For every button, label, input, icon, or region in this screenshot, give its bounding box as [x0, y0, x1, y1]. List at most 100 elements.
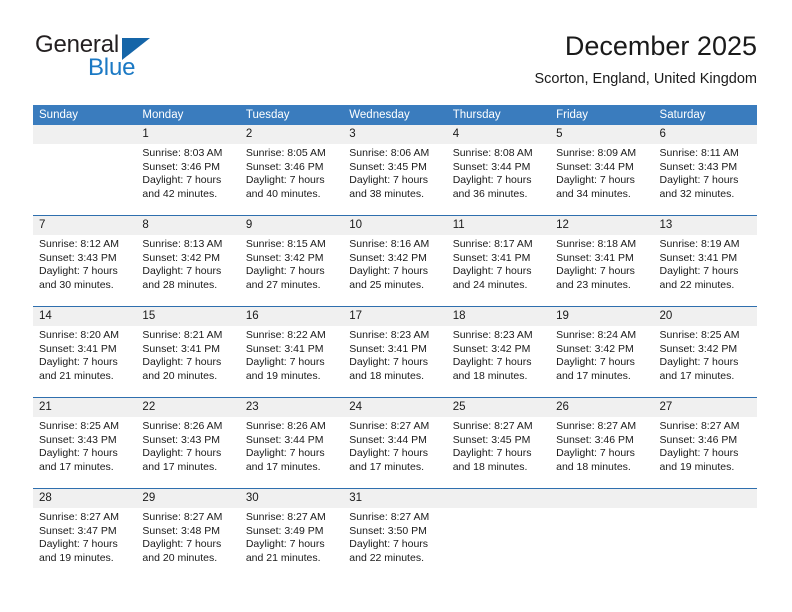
- day-number-30[interactable]: 30: [240, 489, 343, 508]
- day-sunrise-text: Sunrise: 8:27 AM: [245, 511, 326, 523]
- day-cell-5[interactable]: Sunrise: 8:09 AM Sunset: 3:44 PM Daylight:…: [550, 144, 653, 215]
- day-number-15[interactable]: 15: [136, 307, 239, 326]
- day-number-8[interactable]: 8: [136, 216, 239, 235]
- day-number-31[interactable]: 31: [343, 489, 446, 508]
- week-day-numbers: 28 29 30 31: [33, 489, 757, 508]
- calendar-grid: Sunday Monday Tuesday Wednesday Thursday Frid…: [33, 105, 757, 579]
- day-sunrise-text: Sunrise: 8:25 AM: [659, 329, 740, 341]
- day-cell-21[interactable]: Sunrise: 8:25 AM Sunset: 3:43 PM Daylight:…: [33, 417, 136, 488]
- day-cell-16[interactable]: Sunrise: 8:22 AM Sunset: 3:41 PM Daylight:…: [240, 326, 343, 397]
- day-number-9[interactable]: 9: [240, 216, 343, 235]
- day-cell-23[interactable]: Sunrise: 8:26 AM Sunset: 3:44 PM Daylight:…: [240, 417, 343, 488]
- day-cell-30[interactable]: Sunrise: 8:27 AM Sunset: 3:49 PM Daylight:…: [240, 508, 343, 579]
- week-day-details: Sunrise: 8:20 AM Sunset: 3:41 PM Daylight:…: [33, 326, 757, 397]
- day-daylight-text: Daylight: 7 hours: [349, 356, 429, 369]
- day-number-27[interactable]: 27: [654, 398, 757, 417]
- day-number-empty: [33, 125, 136, 144]
- day-cell-27[interactable]: Sunrise: 8:27 AM Sunset: 3:46 PM Daylight:…: [654, 417, 757, 488]
- day-cell-24[interactable]: Sunrise: 8:27 AM Sunset: 3:44 PM Daylight:…: [343, 417, 446, 488]
- day-number-3[interactable]: 3: [343, 125, 446, 144]
- day-number-22[interactable]: 22: [136, 398, 239, 417]
- day-sunrise-text: Sunrise: 8:27 AM: [349, 511, 430, 523]
- day-sunset-text: Sunset: 3:43 PM: [142, 433, 221, 446]
- day-sunset-text: Sunset: 3:42 PM: [659, 342, 738, 355]
- day-daylight-text: Daylight: 7 hours: [556, 265, 635, 278]
- day-daylight-text: and 20 minutes.: [142, 551, 218, 564]
- day-daylight-text: and 34 minutes.: [556, 187, 631, 200]
- calendar-week-row: 7 8 9 10 11 12 13 Sunrise: 8:12 AM Sunset: 3:43 …: [33, 215, 757, 306]
- day-sunset-text: Sunset: 3:44 PM: [349, 433, 427, 446]
- day-number-18[interactable]: 18: [447, 307, 550, 326]
- day-sunset-text: Sunset: 3:42 PM: [245, 251, 324, 264]
- day-sunset-text: Sunset: 3:45 PM: [349, 160, 427, 173]
- day-cell-6[interactable]: Sunrise: 8:11 AM Sunset: 3:43 PM Daylight:…: [654, 144, 757, 215]
- day-daylight-text: and 19 minutes.: [245, 369, 321, 382]
- day-number-10[interactable]: 10: [343, 216, 446, 235]
- day-number-25[interactable]: 25: [447, 398, 550, 417]
- day-cell-29[interactable]: Sunrise: 8:27 AM Sunset: 3:48 PM Daylight:…: [136, 508, 239, 579]
- day-number-empty: [447, 489, 550, 508]
- day-cell-31[interactable]: Sunrise: 8:27 AM Sunset: 3:50 PM Daylight:…: [343, 508, 446, 579]
- day-daylight-text: Daylight: 7 hours: [39, 265, 118, 278]
- day-sunset-text: Sunset: 3:46 PM: [142, 160, 221, 173]
- general-blue-logo[interactable]: General Blue: [35, 32, 165, 84]
- day-cell-2[interactable]: Sunrise: 8:05 AM Sunset: 3:46 PM Daylight:…: [240, 144, 343, 215]
- day-sunrise-text: Sunrise: 8:26 AM: [142, 420, 223, 432]
- day-cell-26[interactable]: Sunrise: 8:27 AM Sunset: 3:46 PM Daylight:…: [550, 417, 653, 488]
- day-number-26[interactable]: 26: [550, 398, 653, 417]
- day-cell-9[interactable]: Sunrise: 8:15 AM Sunset: 3:42 PM Daylight:…: [240, 235, 343, 306]
- day-daylight-text: Daylight: 7 hours: [142, 538, 222, 551]
- day-cell-19[interactable]: Sunrise: 8:24 AM Sunset: 3:42 PM Daylight:…: [550, 326, 653, 397]
- day-daylight-text: Daylight: 7 hours: [659, 447, 739, 460]
- day-cell-10[interactable]: Sunrise: 8:16 AM Sunset: 3:42 PM Daylight:…: [343, 235, 446, 306]
- day-daylight-text: and 28 minutes.: [142, 278, 218, 291]
- day-cell-18[interactable]: Sunrise: 8:23 AM Sunset: 3:42 PM Daylight:…: [447, 326, 550, 397]
- day-cell-22[interactable]: Sunrise: 8:26 AM Sunset: 3:43 PM Daylight:…: [136, 417, 239, 488]
- day-daylight-text: and 30 minutes.: [39, 278, 114, 291]
- day-daylight-text: and 24 minutes.: [452, 278, 528, 291]
- day-number-4[interactable]: 4: [447, 125, 550, 144]
- day-number-28[interactable]: 28: [33, 489, 136, 508]
- week-day-details: Sunrise: 8:12 AM Sunset: 3:43 PM Daylight:…: [33, 235, 757, 306]
- calendar-page: General Blue December 2025 Scorton, Engl…: [0, 0, 792, 612]
- day-cell-4[interactable]: Sunrise: 8:08 AM Sunset: 3:44 PM Daylight:…: [447, 144, 550, 215]
- day-number-6[interactable]: 6: [654, 125, 757, 144]
- day-cell-12[interactable]: Sunrise: 8:18 AM Sunset: 3:41 PM Daylight:…: [550, 235, 653, 306]
- day-cell-1[interactable]: Sunrise: 8:03 AM Sunset: 3:46 PM Daylight:…: [136, 144, 239, 215]
- day-cell-3[interactable]: Sunrise: 8:06 AM Sunset: 3:45 PM Daylight:…: [343, 144, 446, 215]
- day-sunrise-text: Sunrise: 8:24 AM: [556, 329, 637, 341]
- day-number-13[interactable]: 13: [654, 216, 757, 235]
- day-sunset-text: Sunset: 3:48 PM: [142, 524, 221, 537]
- day-cell-28[interactable]: Sunrise: 8:27 AM Sunset: 3:47 PM Daylight:…: [33, 508, 136, 579]
- day-cell-14[interactable]: Sunrise: 8:20 AM Sunset: 3:41 PM Daylight:…: [33, 326, 136, 397]
- day-number-23[interactable]: 23: [240, 398, 343, 417]
- day-number-5[interactable]: 5: [550, 125, 653, 144]
- day-number-24[interactable]: 24: [343, 398, 446, 417]
- day-number-20[interactable]: 20: [654, 307, 757, 326]
- day-cell-15[interactable]: Sunrise: 8:21 AM Sunset: 3:41 PM Daylight:…: [136, 326, 239, 397]
- day-cell-8[interactable]: Sunrise: 8:13 AM Sunset: 3:42 PM Daylight:…: [136, 235, 239, 306]
- day-number-29[interactable]: 29: [136, 489, 239, 508]
- day-number-12[interactable]: 12: [550, 216, 653, 235]
- day-number-1[interactable]: 1: [136, 125, 239, 144]
- day-cell-25[interactable]: Sunrise: 8:27 AM Sunset: 3:45 PM Daylight:…: [447, 417, 550, 488]
- day-sunrise-text: Sunrise: 8:27 AM: [349, 420, 430, 432]
- day-number-14[interactable]: 14: [33, 307, 136, 326]
- day-cell-7[interactable]: Sunrise: 8:12 AM Sunset: 3:43 PM Daylight:…: [33, 235, 136, 306]
- day-cell-17[interactable]: Sunrise: 8:23 AM Sunset: 3:41 PM Daylight:…: [343, 326, 446, 397]
- day-number-2[interactable]: 2: [240, 125, 343, 144]
- calendar-week-row: 14 15 16 17 18 19 20 Sunrise: 8:20 AM Sunset: 3:…: [33, 306, 757, 397]
- day-cell-20[interactable]: Sunrise: 8:25 AM Sunset: 3:42 PM Daylight:…: [654, 326, 757, 397]
- day-number-16[interactable]: 16: [240, 307, 343, 326]
- day-daylight-text: Daylight: 7 hours: [556, 174, 635, 187]
- day-number-11[interactable]: 11: [447, 216, 550, 235]
- day-number-7[interactable]: 7: [33, 216, 136, 235]
- day-cell-13[interactable]: Sunrise: 8:19 AM Sunset: 3:41 PM Daylight:…: [654, 235, 757, 306]
- day-number-19[interactable]: 19: [550, 307, 653, 326]
- day-cell-11[interactable]: Sunrise: 8:17 AM Sunset: 3:41 PM Daylight:…: [447, 235, 550, 306]
- page-title: December 2025: [564, 31, 757, 61]
- day-number-17[interactable]: 17: [343, 307, 446, 326]
- day-sunset-text: Sunset: 3:41 PM: [142, 342, 221, 355]
- day-number-21[interactable]: 21: [33, 398, 136, 417]
- day-daylight-text: Daylight: 7 hours: [452, 265, 532, 278]
